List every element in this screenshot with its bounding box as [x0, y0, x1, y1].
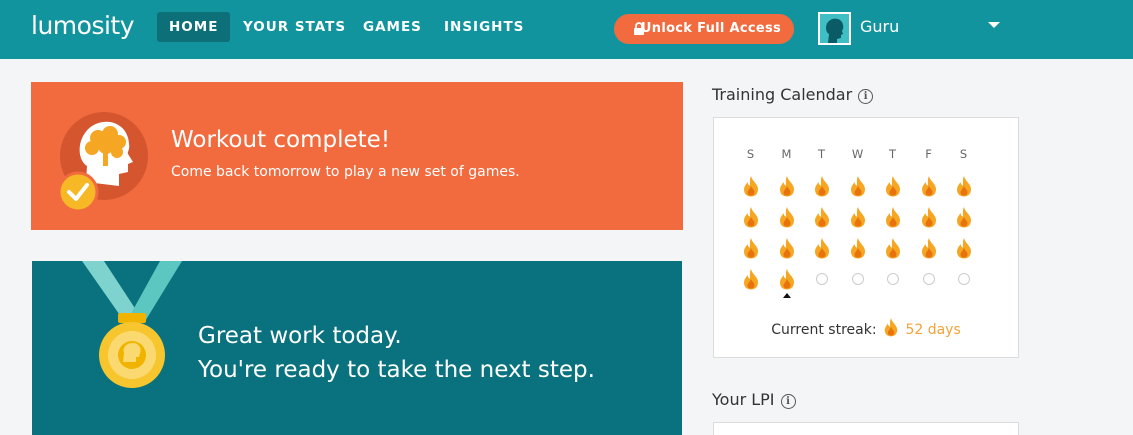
chevron-down-icon[interactable] — [988, 22, 1000, 28]
day-of-week-label: T — [888, 147, 898, 161]
flame-icon — [884, 318, 898, 337]
calendar-day-empty — [812, 268, 832, 290]
calendar-day-completed — [812, 206, 832, 228]
training-calendar-title: Training Calendar — [712, 85, 853, 104]
empty-day-circle — [852, 273, 864, 285]
next-step-line2: You're ready to take the next step. — [198, 357, 595, 383]
day-of-week-label: T — [817, 147, 827, 161]
flame-icon — [815, 238, 829, 259]
calendar-day-completed — [741, 268, 761, 290]
day-of-week-label: W — [851, 147, 865, 161]
tab-games[interactable]: GAMES — [351, 12, 434, 42]
user-name[interactable]: Guru — [860, 17, 899, 36]
info-icon[interactable]: i — [780, 394, 796, 409]
lumosity-logo[interactable]: lumosity — [31, 11, 135, 40]
flame-icon — [957, 238, 971, 259]
day-of-week-label: S — [746, 147, 756, 161]
flame-icon — [851, 207, 865, 228]
lpi-heading: Your LPI i — [712, 390, 796, 409]
avatar-silhouette-icon — [826, 18, 844, 43]
calendar-day-completed — [954, 206, 974, 228]
tab-insights[interactable]: INSIGHTS — [432, 12, 536, 42]
calendar-day-completed — [883, 237, 903, 259]
lock-icon — [634, 22, 644, 35]
day-of-week-label: M — [781, 147, 793, 161]
workout-title: Workout complete! — [171, 127, 391, 153]
calendar-day-completed — [848, 237, 868, 259]
training-calendar-heading: Training Calendar i — [712, 85, 874, 104]
calendar-day-completed — [777, 175, 797, 197]
calendar-day-completed — [812, 175, 832, 197]
calendar-day-completed — [919, 237, 939, 259]
workout-complete-card: Workout complete! Come back tomorrow to … — [31, 82, 683, 230]
streak-value: 52 days — [905, 322, 961, 338]
calendar-day-completed — [848, 175, 868, 197]
flame-icon — [851, 238, 865, 259]
today-marker — [783, 293, 791, 298]
unlock-label: Unlock Full Access — [640, 21, 782, 36]
calendar-day-completed — [741, 206, 761, 228]
streak-label: Current streak: — [771, 322, 877, 338]
empty-day-circle — [887, 273, 899, 285]
flame-icon — [815, 176, 829, 197]
next-step-line1: Great work today. — [198, 323, 402, 349]
calendar-day-completed — [741, 175, 761, 197]
calendar-day-completed — [883, 175, 903, 197]
flame-icon — [886, 238, 900, 259]
calendar-day-completed — [919, 175, 939, 197]
flame-icon — [744, 176, 758, 197]
flame-icon — [744, 269, 758, 290]
flame-icon — [886, 207, 900, 228]
calendar-day-empty — [883, 268, 903, 290]
calendar-day-completed — [812, 237, 832, 259]
calendar-day-completed — [883, 206, 903, 228]
lpi-panel — [713, 422, 1019, 435]
tab-your-stats[interactable]: YOUR STATS — [231, 12, 358, 42]
calendar-day-completed — [777, 237, 797, 259]
calendar-day-completed — [919, 206, 939, 228]
flame-icon — [922, 176, 936, 197]
unlock-full-access-button[interactable]: Unlock Full Access — [614, 14, 794, 44]
info-icon[interactable]: i — [858, 89, 874, 104]
next-step-card[interactable]: Great work today. You're ready to take t… — [32, 261, 682, 435]
flame-icon — [744, 238, 758, 259]
brain-head-icon — [57, 112, 148, 213]
calendar-day-empty — [848, 268, 868, 290]
flame-icon — [780, 269, 794, 290]
flame-icon — [922, 207, 936, 228]
calendar-day-empty — [954, 268, 974, 290]
empty-day-circle — [923, 273, 935, 285]
calendar-day-completed — [741, 237, 761, 259]
calendar-day-completed — [777, 268, 797, 290]
check-icon — [57, 171, 99, 213]
calendar-day-completed — [848, 206, 868, 228]
flame-icon — [780, 238, 794, 259]
avatar[interactable] — [818, 12, 851, 45]
calendar-day-empty — [919, 268, 939, 290]
tab-home[interactable]: HOME — [157, 12, 231, 42]
day-of-week-label: S — [959, 147, 969, 161]
flame-icon — [886, 176, 900, 197]
day-of-week-label: F — [925, 147, 933, 161]
top-nav-bar: lumosity HOME YOUR STATS GAMES INSIGHTS … — [0, 0, 1133, 59]
calendar-day-completed — [954, 237, 974, 259]
flame-icon — [780, 207, 794, 228]
lpi-title: Your LPI — [712, 390, 775, 409]
calendar-day-completed — [777, 206, 797, 228]
training-calendar: S M T W T F S Current streak: 52 days — [713, 117, 1019, 358]
flame-icon — [780, 176, 794, 197]
flame-icon — [815, 207, 829, 228]
flame-icon — [744, 207, 758, 228]
empty-day-circle — [816, 273, 828, 285]
flame-icon — [957, 176, 971, 197]
calendar-day-completed — [954, 175, 974, 197]
workout-subtitle: Come back tomorrow to play a new set of … — [171, 164, 520, 180]
empty-day-circle — [958, 273, 970, 285]
current-streak: Current streak: 52 days — [714, 317, 1018, 338]
flame-icon — [922, 238, 936, 259]
flame-icon — [957, 207, 971, 228]
flame-icon — [851, 176, 865, 197]
